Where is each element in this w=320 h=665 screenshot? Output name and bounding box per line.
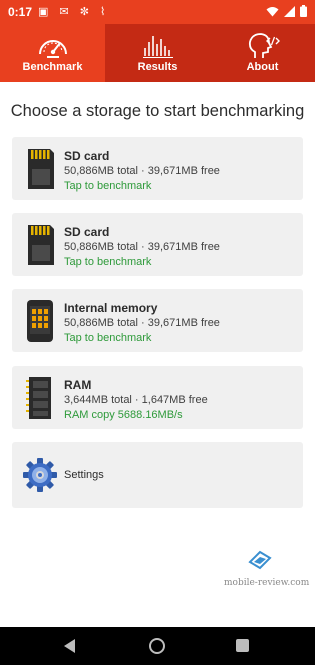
battery-icon bbox=[300, 5, 307, 17]
settings-label: Settings bbox=[64, 469, 104, 481]
tab-results[interactable]: Results bbox=[105, 24, 210, 82]
watermark-text: mobile-review.com bbox=[224, 578, 310, 588]
back-icon[interactable] bbox=[64, 639, 75, 653]
storage-action: RAM copy 5688.16MB/s bbox=[64, 409, 183, 421]
storage-card-sd-1[interactable]: SD card 50,886MB total · 39,671MB free T… bbox=[12, 137, 303, 200]
ram-chip-icon bbox=[26, 377, 51, 419]
bar-chart-icon bbox=[142, 36, 173, 58]
storage-title: SD card bbox=[64, 149, 110, 163]
storage-action: Tap to benchmark bbox=[64, 256, 152, 268]
status-bar: 0:17 ▣ ✉ ✼ ⌇ bbox=[0, 0, 315, 24]
tab-results-label: Results bbox=[137, 61, 178, 73]
tab-about[interactable]: About bbox=[210, 24, 315, 82]
storage-action: Tap to benchmark bbox=[64, 332, 152, 344]
storage-card-sd-2[interactable]: SD card 50,886MB total · 39,671MB free T… bbox=[12, 213, 303, 276]
storage-details: 50,886MB total · 39,671MB free bbox=[64, 165, 220, 177]
tab-about-label: About bbox=[246, 61, 279, 73]
recents-icon[interactable] bbox=[236, 639, 249, 652]
notification-icons: ▣ ✉ ✼ ⌇ bbox=[38, 6, 110, 18]
storage-card-ram[interactable]: RAM 3,644MB total · 1,647MB free RAM cop… bbox=[12, 366, 303, 429]
speedometer-icon bbox=[38, 40, 67, 58]
head-code-icon bbox=[248, 33, 280, 58]
storage-action: Tap to benchmark bbox=[64, 180, 152, 192]
wifi-icon bbox=[266, 6, 279, 16]
storage-title: RAM bbox=[64, 378, 92, 392]
tab-bar: Benchmark Results About bbox=[0, 24, 315, 82]
sd-card-icon bbox=[28, 149, 54, 189]
home-icon[interactable] bbox=[149, 638, 165, 654]
navigation-bar bbox=[0, 627, 315, 665]
gear-icon bbox=[23, 458, 57, 492]
signal-icon bbox=[284, 5, 295, 17]
storage-details: 3,644MB total · 1,647MB free bbox=[64, 394, 208, 406]
tab-benchmark[interactable]: Benchmark bbox=[0, 24, 105, 82]
settings-card[interactable]: Settings bbox=[12, 442, 303, 508]
storage-title: Internal memory bbox=[64, 301, 158, 315]
storage-card-internal[interactable]: Internal memory 50,886MB total · 39,671M… bbox=[12, 289, 303, 352]
page-title: Choose a storage to start benchmarking bbox=[10, 102, 305, 120]
storage-details: 50,886MB total · 39,671MB free bbox=[64, 317, 220, 329]
status-time: 0:17 bbox=[8, 5, 33, 19]
sd-card-icon bbox=[28, 225, 54, 265]
phone-memory-icon bbox=[27, 300, 53, 342]
storage-title: SD card bbox=[64, 225, 110, 239]
tab-benchmark-label: Benchmark bbox=[22, 61, 83, 73]
storage-details: 50,886MB total · 39,671MB free bbox=[64, 241, 220, 253]
system-icons bbox=[266, 5, 307, 17]
watermark-logo-icon bbox=[248, 550, 272, 570]
